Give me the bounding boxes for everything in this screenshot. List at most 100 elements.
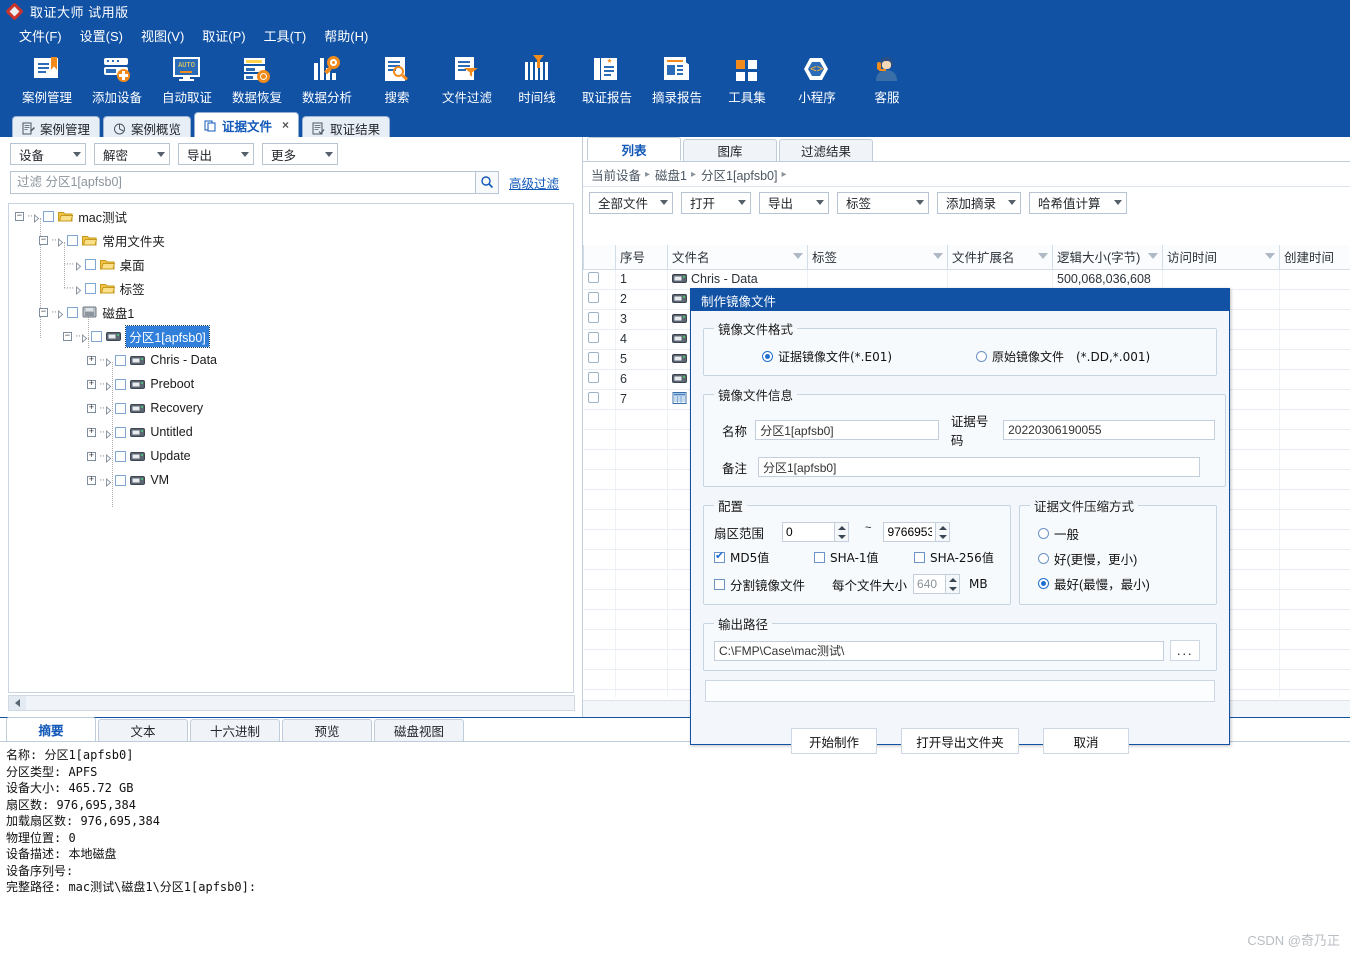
tree-checkbox[interactable]: [67, 234, 79, 246]
device-dropdown[interactable]: 设备: [10, 143, 86, 165]
tree-arrow-icon[interactable]: [75, 260, 82, 271]
add-excerpt-dropdown[interactable]: 添加摘录: [937, 191, 1021, 214]
cancel-button[interactable]: 取消: [1043, 728, 1129, 754]
row-checkbox-cell[interactable]: [583, 329, 616, 350]
menu-file[interactable]: 文件(F): [10, 24, 71, 47]
tree-checkbox[interactable]: [115, 426, 127, 438]
sector-start-input[interactable]: [782, 522, 834, 542]
tree-arrow-icon[interactable]: [33, 212, 40, 223]
menu-tools[interactable]: 工具(T): [255, 24, 316, 47]
tab-text[interactable]: 文本: [98, 719, 188, 741]
tab-summary[interactable]: 摘要: [6, 717, 96, 741]
toolbar-timeline[interactable]: 时间线: [502, 51, 572, 106]
compress-option-normal[interactable]: 一般: [1038, 524, 1206, 543]
tree-checkbox[interactable]: [84, 258, 96, 270]
radio-unselected-icon[interactable]: [1038, 553, 1049, 564]
sector-end-stepper[interactable]: [883, 522, 951, 542]
tag-dropdown[interactable]: 标签: [837, 191, 929, 214]
tree-arrow-icon[interactable]: [57, 308, 64, 319]
menu-help[interactable]: 帮助(H): [315, 24, 377, 47]
row-checkbox[interactable]: [587, 392, 599, 403]
search-button[interactable]: [476, 170, 499, 194]
tree-expander[interactable]: +: [87, 379, 96, 389]
tree-arrow-icon[interactable]: [105, 428, 112, 439]
tab-case-management[interactable]: 案例管理: [12, 116, 101, 139]
tree-node[interactable]: − ·· mac测试: [9, 204, 573, 228]
column-filter-icon[interactable]: [1148, 253, 1158, 259]
column-filter-icon[interactable]: [1265, 253, 1275, 259]
table-column-header[interactable]: [583, 245, 616, 270]
table-column-header[interactable]: 创建时间: [1279, 245, 1350, 270]
start-imaging-button[interactable]: 开始制作: [791, 728, 877, 754]
tree-arrow-icon[interactable]: [105, 380, 112, 391]
tab-preview[interactable]: 预览: [282, 719, 372, 741]
remark-input[interactable]: [758, 457, 1200, 477]
evidence-no-input[interactable]: [1003, 420, 1215, 440]
tree-node[interactable]: + ·· Chris - Data: [9, 348, 573, 372]
table-column-header[interactable]: 文件名: [667, 245, 808, 270]
tree-node[interactable]: + ·· Preboot: [9, 372, 573, 396]
tab-hex[interactable]: 十六进制: [190, 719, 280, 741]
toolbar-excerpt-report[interactable]: 摘录报告: [642, 51, 712, 106]
toolbar-file-filter[interactable]: 文件过滤: [432, 51, 502, 106]
compress-option-best[interactable]: 最好(最慢，最小): [1038, 574, 1206, 593]
decrypt-dropdown[interactable]: 解密: [94, 143, 170, 165]
tab-disk-view[interactable]: 磁盘视图: [374, 719, 464, 741]
tree-expander[interactable]: +: [87, 451, 96, 461]
toolbar-search[interactable]: 搜索: [362, 51, 432, 106]
tree-checkbox[interactable]: [115, 354, 127, 366]
tree-node[interactable]: − ·· 常用文件夹: [9, 228, 573, 252]
table-column-header[interactable]: 文件扩展名: [947, 245, 1053, 270]
row-checkbox[interactable]: [587, 332, 599, 343]
hash-calc-dropdown[interactable]: 哈希值计算: [1029, 191, 1127, 214]
filter-input[interactable]: [10, 170, 476, 194]
stepper-up-icon[interactable]: [936, 523, 949, 532]
breadcrumb-item[interactable]: 磁盘1: [655, 165, 687, 184]
toolbar-data-recovery[interactable]: 数据恢复: [222, 51, 292, 106]
sector-start-stepper[interactable]: [782, 522, 849, 542]
row-checkbox-cell[interactable]: [583, 389, 616, 410]
checkbox-unchecked-icon[interactable]: [914, 552, 925, 563]
stepper-up-icon[interactable]: [946, 575, 959, 584]
tree-expander[interactable]: +: [87, 475, 96, 485]
tree-arrow-icon[interactable]: [105, 452, 112, 463]
per-file-size-stepper[interactable]: [913, 574, 961, 594]
row-checkbox[interactable]: [587, 372, 599, 383]
menu-forensics[interactable]: 取证(P): [193, 24, 254, 47]
stepper-down-icon[interactable]: [835, 532, 848, 541]
image-name-input[interactable]: [755, 420, 939, 440]
tree-expander[interactable]: +: [87, 355, 96, 365]
stepper-down-icon[interactable]: [946, 584, 959, 593]
table-column-header[interactable]: 逻辑大小(字节): [1052, 245, 1163, 270]
tree-expander[interactable]: −: [15, 211, 24, 221]
breadcrumb-item[interactable]: 分区1[apfsb0]: [701, 165, 777, 184]
radio-selected-icon[interactable]: [1038, 578, 1049, 589]
checkbox-unchecked-icon[interactable]: [714, 578, 725, 590]
per-file-size-input[interactable]: [913, 574, 946, 594]
device-tree[interactable]: − ·· mac测试 − ·· 常用文件夹 ···· 桌面 ···· 标签 − ·· 磁盘1− ·· 分区1…: [8, 203, 574, 693]
tree-arrow-icon[interactable]: [57, 236, 64, 247]
row-checkbox-cell[interactable]: [583, 349, 616, 370]
radio-selected-icon[interactable]: [762, 351, 773, 362]
column-filter-icon[interactable]: [1038, 253, 1048, 259]
menu-view[interactable]: 视图(V): [132, 24, 193, 47]
toolbar-miniprogram[interactable]: <> 小程序: [782, 51, 852, 106]
tree-node[interactable]: ···· 标签: [9, 276, 573, 300]
output-path-input[interactable]: [714, 640, 1164, 661]
row-checkbox[interactable]: [587, 312, 599, 323]
tree-node[interactable]: − ·· 分区1[apfsb0]: [9, 324, 573, 348]
tree-arrow-icon[interactable]: [75, 284, 82, 295]
row-checkbox[interactable]: [587, 352, 599, 363]
tree-node[interactable]: + ·· Untitled: [9, 420, 573, 444]
tree-checkbox[interactable]: [115, 378, 127, 390]
toolbar-add-device[interactable]: 添加设备: [82, 51, 152, 106]
tree-checkbox[interactable]: [115, 474, 127, 486]
table-column-header[interactable]: 标签: [807, 245, 948, 270]
tree-expander[interactable]: −: [39, 307, 48, 317]
advanced-filter-link[interactable]: 高级过滤: [509, 173, 559, 192]
column-filter-icon[interactable]: [933, 253, 943, 259]
toolbar-case-management[interactable]: 案例管理: [12, 51, 82, 106]
toolbar-toolset[interactable]: 工具集: [712, 51, 782, 106]
stepper-up-icon[interactable]: [835, 523, 848, 532]
breadcrumb-item[interactable]: 当前设备: [591, 165, 641, 184]
